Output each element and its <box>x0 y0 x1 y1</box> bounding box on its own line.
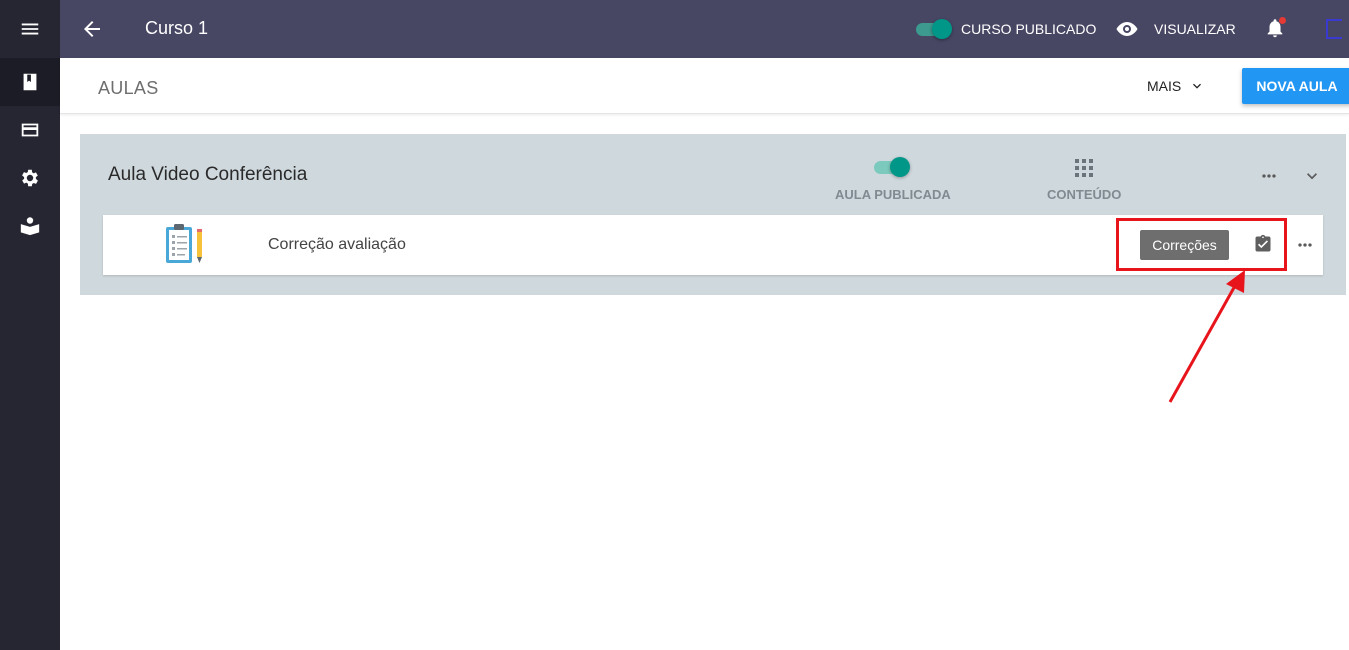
notification-badge <box>1279 17 1286 24</box>
credit-card-icon <box>21 123 39 137</box>
grid-glyph <box>1075 159 1093 177</box>
rail-item-lessons[interactable] <box>0 58 60 106</box>
item-more-button[interactable] <box>1293 233 1317 257</box>
check-glyph <box>1255 234 1271 252</box>
rail-item-payments[interactable] <box>0 106 60 154</box>
section-header: AULAS MAIS NOVA AULA <box>60 58 1349 114</box>
gear-icon <box>22 169 38 187</box>
arrow-back-icon <box>84 21 100 37</box>
assignment-check-icon[interactable] <box>1253 234 1273 254</box>
view-button[interactable]: VISUALIZAR <box>1154 21 1236 37</box>
more-label: MAIS <box>1147 78 1182 94</box>
course-published-label: CURSO PUBLICADO <box>961 21 1097 37</box>
more-horiz-icon <box>1262 174 1276 178</box>
course-title: Curso 1 <box>145 18 209 38</box>
back-button[interactable] <box>76 13 108 45</box>
top-bar: Curso 1 CURSO PUBLICADO VISUALIZAR <box>60 0 1349 58</box>
toggle-knob <box>890 157 910 177</box>
lesson-expand-button[interactable] <box>1300 164 1324 188</box>
eye-icon[interactable] <box>1114 17 1140 41</box>
menu-icon <box>21 23 39 35</box>
reader-icon <box>20 217 40 236</box>
side-rail <box>0 0 60 650</box>
app: Curso 1 CURSO PUBLICADO VISUALIZAR AULAS… <box>0 0 1349 650</box>
lesson-item-title: Correção avaliação <box>268 236 406 253</box>
clipboard-icon <box>163 223 207 269</box>
lesson-published-toggle[interactable] <box>874 156 910 178</box>
more-horiz-icon <box>1298 243 1312 247</box>
notifications-button[interactable] <box>1264 17 1288 41</box>
content-grid-icon[interactable] <box>1074 158 1094 178</box>
lesson-published-label: AULA PUBLICADA <box>835 187 951 202</box>
course-published-toggle[interactable] <box>916 18 952 40</box>
rail-item-students[interactable] <box>0 202 60 250</box>
lesson-card: Aula Video Conferência AULA PUBLICADA CO… <box>80 134 1346 295</box>
page-title: AULAS <box>98 78 159 98</box>
book-icon <box>23 73 37 91</box>
menu-button[interactable] <box>0 5 60 53</box>
rail-item-settings[interactable] <box>0 154 60 202</box>
user-menu-icon[interactable] <box>1326 19 1342 39</box>
lesson-title: Aula Video Conferência <box>108 164 308 185</box>
corrections-tag[interactable]: Correções <box>1140 230 1229 260</box>
more-dropdown[interactable]: MAIS <box>1147 74 1205 98</box>
content-label[interactable]: CONTEÚDO <box>1047 187 1121 202</box>
chevron-down-icon <box>1307 173 1317 180</box>
lesson-more-button[interactable] <box>1257 164 1281 188</box>
eye-glyph <box>1116 22 1138 36</box>
lesson-item[interactable]: Correção avaliação Correções <box>103 215 1323 275</box>
chevron-down-icon <box>1193 83 1202 89</box>
new-lesson-button[interactable]: NOVA AULA <box>1242 68 1349 104</box>
toggle-knob <box>932 19 952 39</box>
